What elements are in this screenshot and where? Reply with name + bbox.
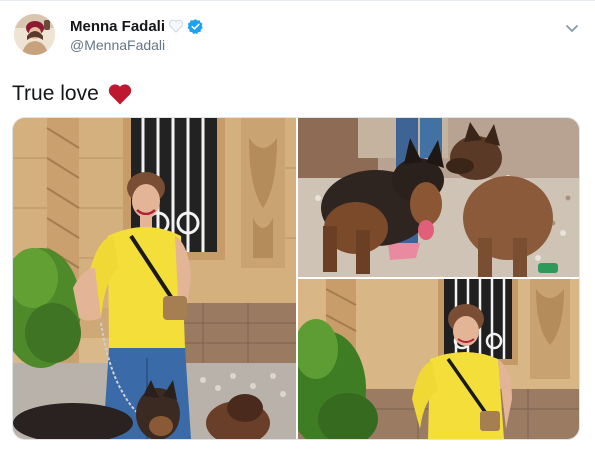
- verified-badge-icon: [187, 18, 203, 34]
- tweet-text-body: True love: [12, 82, 99, 105]
- chevron-down-icon[interactable]: [564, 20, 580, 36]
- white-heart-icon: [168, 19, 184, 33]
- display-name[interactable]: Menna Fadali: [70, 18, 165, 35]
- top-divider: [0, 0, 595, 1]
- photo-two-german-shepherds[interactable]: [298, 118, 579, 277]
- media-grid: [12, 117, 580, 440]
- photo-woman-with-dogs[interactable]: [13, 118, 296, 439]
- avatar[interactable]: [14, 14, 55, 55]
- tweet-card: Menna Fadali @MennaFadali True love: [0, 0, 595, 451]
- red-heart-icon: [108, 84, 131, 105]
- author-block[interactable]: Menna Fadali @MennaFadali: [70, 16, 204, 53]
- handle[interactable]: @MennaFadali: [70, 37, 204, 53]
- photo-woman-by-window[interactable]: [298, 279, 579, 439]
- display-name-row: Menna Fadali: [70, 16, 204, 36]
- tweet-text: True love: [12, 80, 133, 108]
